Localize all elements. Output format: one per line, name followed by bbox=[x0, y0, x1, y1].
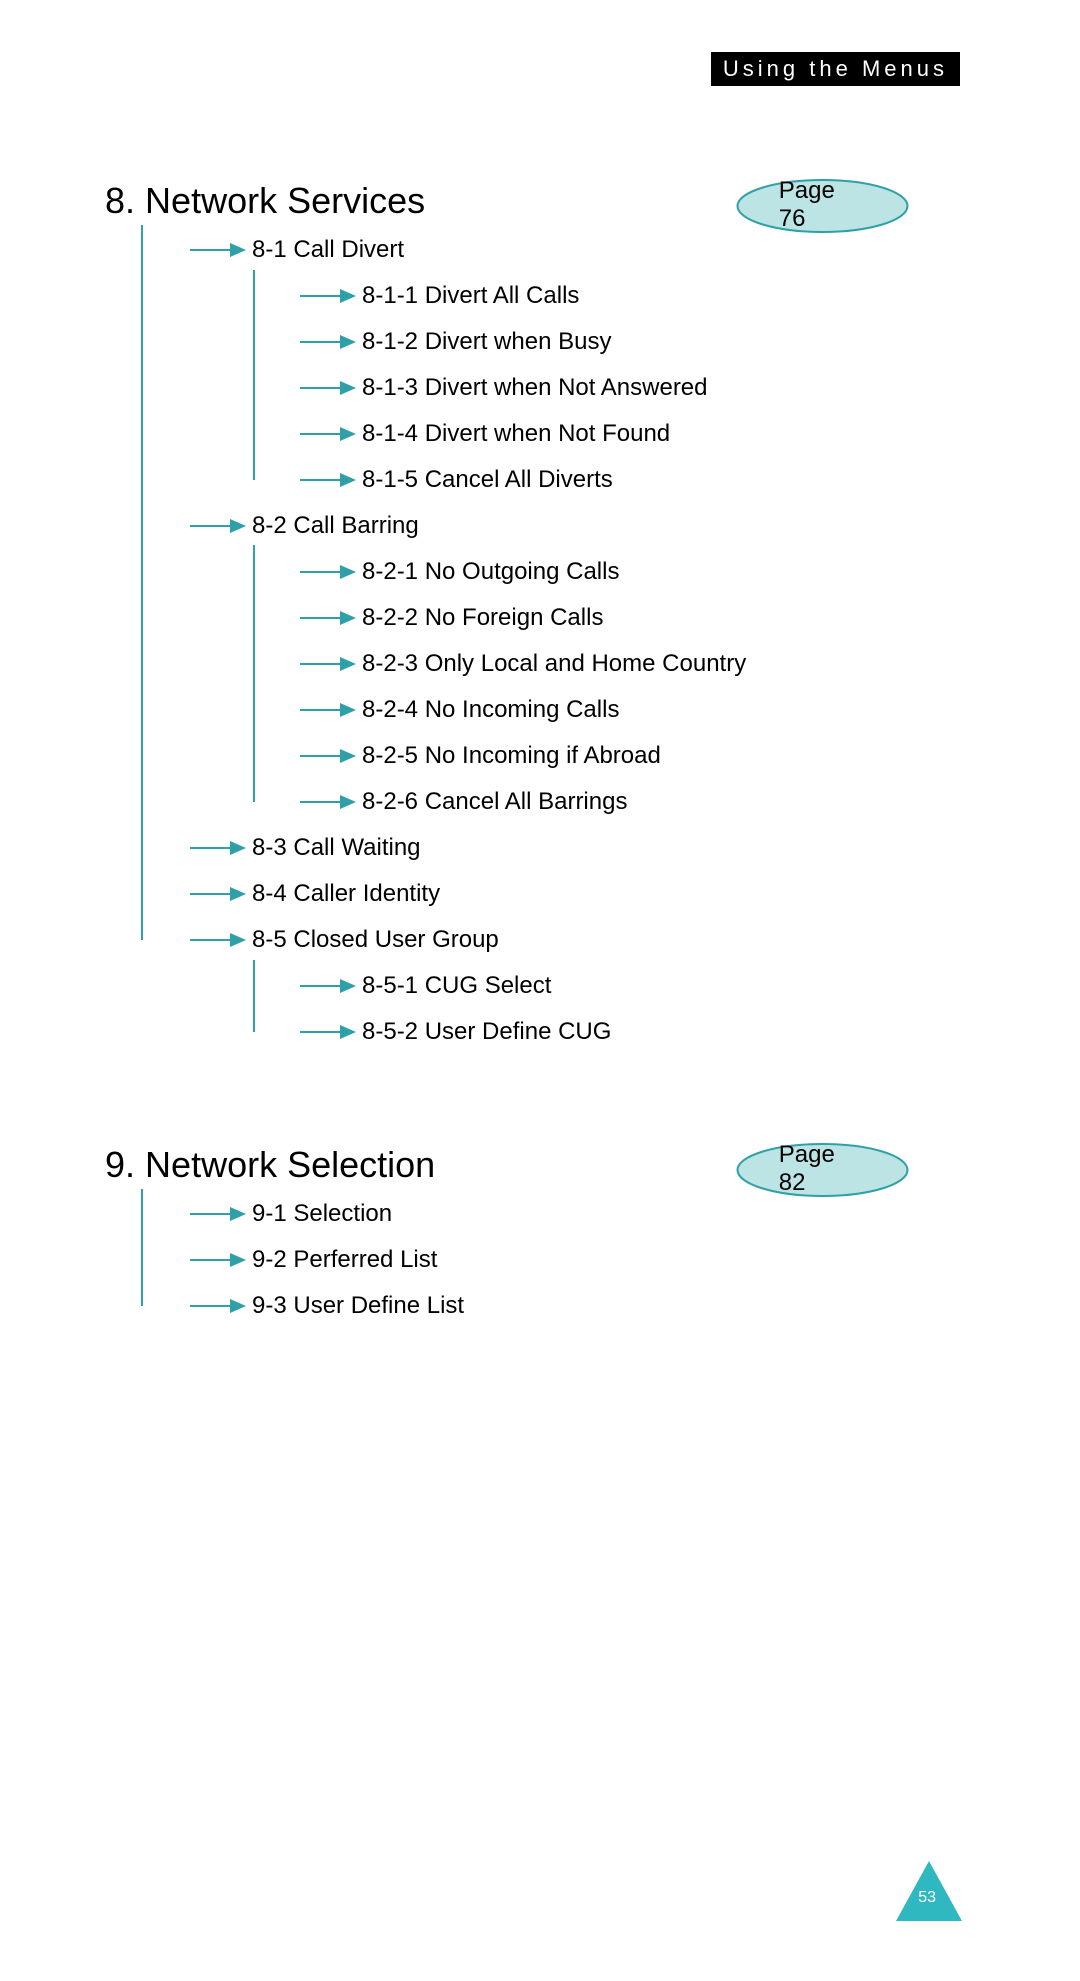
arrow-icon bbox=[300, 332, 356, 352]
menu-item-label: 8-5 Closed User Group bbox=[252, 926, 499, 954]
arrow-icon bbox=[190, 516, 246, 536]
menu-item-label: 8-2-1 No Outgoing Calls bbox=[362, 558, 619, 586]
menu-item-label: 8-2-2 No Foreign Calls bbox=[362, 604, 603, 632]
menu-item-label: 9-3 User Define List bbox=[252, 1292, 464, 1320]
menu-item-label: 8-1 Call Divert bbox=[252, 236, 404, 264]
menu-item-label: 9-2 Perferred List bbox=[252, 1246, 437, 1274]
menu-item-8-1-5: 8-1-5 Cancel All Diverts bbox=[300, 460, 613, 500]
menu-item-label: 8-2-5 No Incoming if Abroad bbox=[362, 742, 661, 770]
menu-item-label: 8-3 Call Waiting bbox=[252, 834, 421, 862]
arrow-icon bbox=[300, 1022, 356, 1042]
menu-item-label: 8-2-4 No Incoming Calls bbox=[362, 696, 619, 724]
menu-item-8-3: 8-3 Call Waiting bbox=[190, 828, 421, 868]
tree-vline-8-main bbox=[141, 225, 143, 940]
section-8-name: Network Services bbox=[145, 180, 425, 221]
page-badge-82-text: Page 82 bbox=[779, 1141, 867, 1197]
menu-item-9-1: 9-1 Selection bbox=[190, 1194, 392, 1234]
menu-item-8-5: 8-5 Closed User Group bbox=[190, 920, 499, 960]
menu-item-label: 8-2-3 Only Local and Home Country bbox=[362, 650, 746, 678]
arrow-icon bbox=[300, 562, 356, 582]
section-9-name: Network Selection bbox=[145, 1144, 435, 1185]
section-8-title: 8. Network Services bbox=[105, 180, 425, 222]
arrow-icon bbox=[190, 884, 246, 904]
arrow-icon bbox=[190, 1296, 246, 1316]
arrow-icon bbox=[300, 792, 356, 812]
arrow-icon bbox=[190, 240, 246, 260]
arrow-icon bbox=[190, 1250, 246, 1270]
menu-item-8-1: 8-1 Call Divert bbox=[190, 230, 404, 270]
arrow-icon bbox=[300, 378, 356, 398]
menu-item-9-3: 9-3 User Define List bbox=[190, 1286, 464, 1326]
menu-item-label: 8-4 Caller Identity bbox=[252, 880, 440, 908]
menu-item-8-1-2: 8-1-2 Divert when Busy bbox=[300, 322, 611, 362]
menu-item-8-2-2: 8-2-2 No Foreign Calls bbox=[300, 598, 603, 638]
header-section-badge: Using the Menus bbox=[711, 52, 960, 86]
menu-item-8-1-4: 8-1-4 Divert when Not Found bbox=[300, 414, 670, 454]
menu-item-8-5-1: 8-5-1 CUG Select bbox=[300, 966, 551, 1006]
arrow-icon bbox=[190, 1204, 246, 1224]
menu-item-8-1-3: 8-1-3 Divert when Not Answered bbox=[300, 368, 708, 408]
menu-item-8-2-4: 8-2-4 No Incoming Calls bbox=[300, 690, 619, 730]
menu-item-9-2: 9-2 Perferred List bbox=[190, 1240, 437, 1280]
arrow-icon bbox=[300, 654, 356, 674]
page-badge-82: Page 82 bbox=[735, 1142, 910, 1198]
tree-vline-8-5 bbox=[253, 960, 255, 1032]
menu-item-8-4: 8-4 Caller Identity bbox=[190, 874, 440, 914]
arrow-icon bbox=[300, 746, 356, 766]
menu-item-8-5-2: 8-5-2 User Define CUG bbox=[300, 1012, 611, 1052]
page-badge-76-text: Page 76 bbox=[779, 177, 867, 233]
menu-item-label: 8-5-2 User Define CUG bbox=[362, 1018, 611, 1046]
section-9-title: 9. Network Selection bbox=[105, 1144, 435, 1186]
arrow-icon bbox=[300, 976, 356, 996]
menu-item-8-2-3: 8-2-3 Only Local and Home Country bbox=[300, 644, 746, 684]
arrow-icon bbox=[190, 930, 246, 950]
menu-item-label: 8-1-5 Cancel All Diverts bbox=[362, 466, 613, 494]
tree-vline-8-2 bbox=[253, 545, 255, 802]
page-badge-76: Page 76 bbox=[735, 178, 910, 234]
menu-item-label: 8-1-2 Divert when Busy bbox=[362, 328, 611, 356]
menu-item-label: 8-1-3 Divert when Not Answered bbox=[362, 374, 708, 402]
arrow-icon bbox=[300, 470, 356, 490]
menu-item-8-1-1: 8-1-1 Divert All Calls bbox=[300, 276, 579, 316]
menu-item-label: 8-2 Call Barring bbox=[252, 512, 419, 540]
menu-item-8-2-1: 8-2-1 No Outgoing Calls bbox=[300, 552, 619, 592]
page-number: 53 bbox=[918, 1889, 936, 1907]
arrow-icon bbox=[300, 608, 356, 628]
menu-item-8-2-6: 8-2-6 Cancel All Barrings bbox=[300, 782, 627, 822]
tree-vline-8-1 bbox=[253, 270, 255, 480]
arrow-icon bbox=[300, 700, 356, 720]
menu-item-label: 8-2-6 Cancel All Barrings bbox=[362, 788, 627, 816]
tree-vline-9-main bbox=[141, 1189, 143, 1306]
arrow-icon bbox=[300, 424, 356, 444]
menu-item-8-2-5: 8-2-5 No Incoming if Abroad bbox=[300, 736, 661, 776]
section-8-num: 8. bbox=[105, 180, 135, 221]
menu-item-label: 9-1 Selection bbox=[252, 1200, 392, 1228]
menu-item-label: 8-5-1 CUG Select bbox=[362, 972, 551, 1000]
menu-item-label: 8-1-4 Divert when Not Found bbox=[362, 420, 670, 448]
arrow-icon bbox=[300, 286, 356, 306]
menu-item-label: 8-1-1 Divert All Calls bbox=[362, 282, 579, 310]
menu-item-8-2: 8-2 Call Barring bbox=[190, 506, 419, 546]
arrow-icon bbox=[190, 838, 246, 858]
section-9-num: 9. bbox=[105, 1144, 135, 1185]
